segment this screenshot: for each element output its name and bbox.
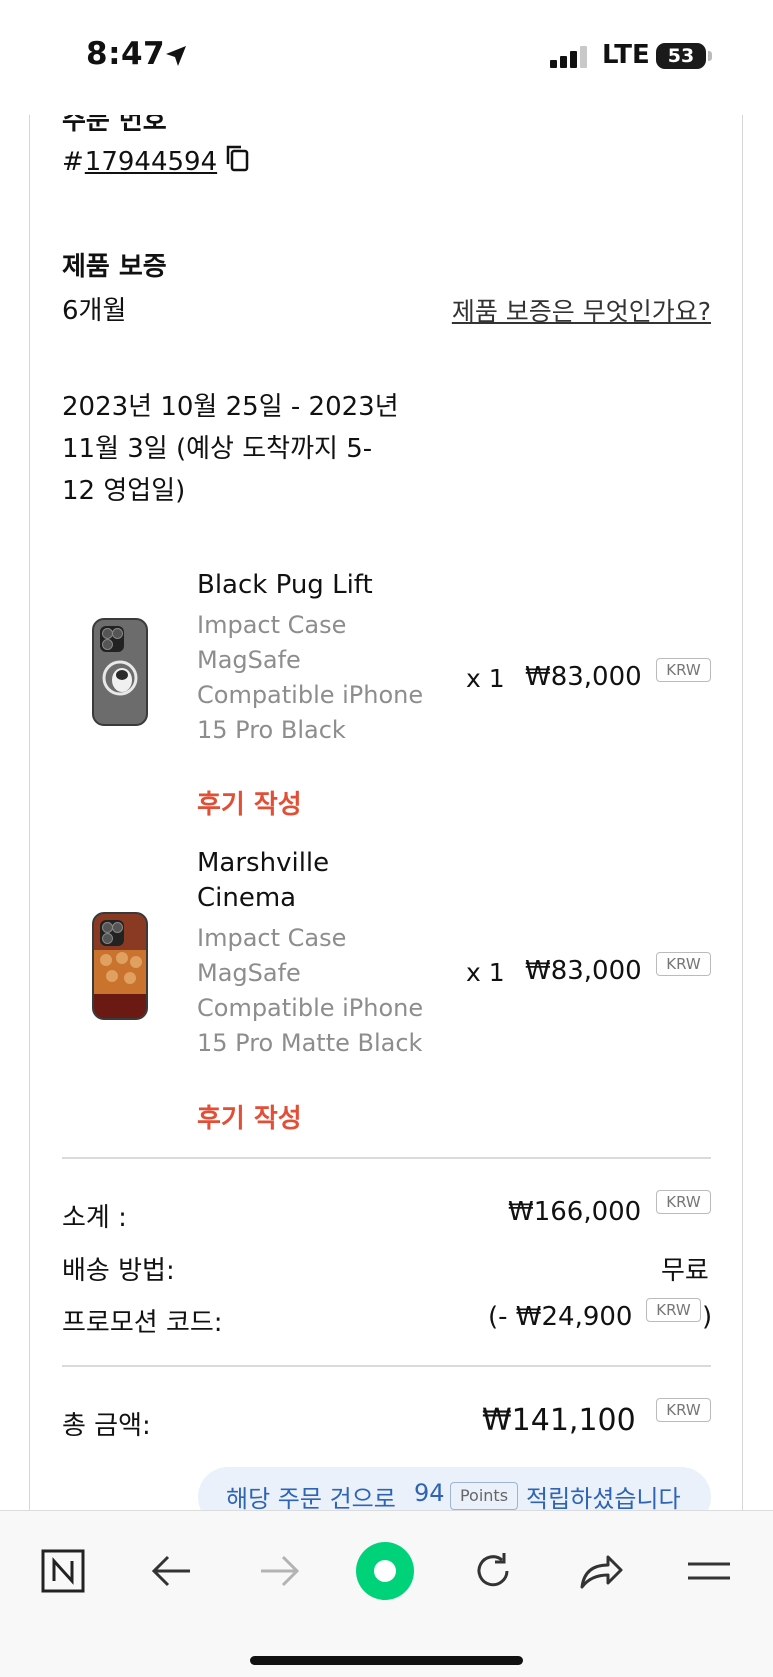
promo-close-paren: ): [702, 1302, 713, 1332]
points-unit-badge: Points: [450, 1482, 518, 1510]
subtotal-value: ₩166,000: [508, 1197, 642, 1227]
write-review-link[interactable]: 후기 작성: [197, 784, 302, 821]
total-label: 총 금액:: [62, 1411, 151, 1441]
network-type: LTE: [602, 40, 650, 70]
battery-level: 53: [667, 45, 695, 67]
points-suffix: 적립하셨습니다: [526, 1485, 681, 1513]
warranty-title: 제품 보증: [62, 252, 167, 282]
item-quantity: x 1: [466, 958, 505, 987]
item-variant: Impact Case MagSafe Compatible iPhone 15…: [197, 924, 424, 1057]
promo-code-label: 프로모션 코드:: [62, 1308, 223, 1338]
signal-bars-icon: [550, 46, 587, 68]
copy-icon[interactable]: [225, 144, 251, 179]
currency-badge: KRW: [646, 1298, 701, 1322]
product-thumbnail[interactable]: [92, 618, 148, 726]
order-number-prefix: #: [62, 146, 84, 177]
product-thumbnail[interactable]: [92, 912, 148, 1020]
menu-icon[interactable]: [674, 1541, 744, 1601]
points-prefix: 해당 주문 건으로: [226, 1485, 396, 1513]
battery-icon: 53: [656, 43, 706, 69]
warranty-period: 6개월: [62, 296, 127, 326]
item-price: ₩83,000: [525, 956, 642, 986]
divider: [62, 1157, 711, 1159]
naver-n-icon[interactable]: [28, 1541, 98, 1601]
battery-nub: [708, 51, 712, 61]
divider: [62, 1365, 711, 1367]
write-review-link[interactable]: 후기 작성: [197, 1098, 302, 1135]
currency-badge: KRW: [656, 658, 711, 682]
subtotal-label: 소계 :: [62, 1203, 127, 1233]
shipping-label: 배송 방법:: [62, 1256, 175, 1286]
location-arrow-icon: [166, 46, 186, 66]
home-icon[interactable]: [350, 1541, 420, 1601]
item-name[interactable]: Marshville Cinema: [197, 846, 427, 916]
points-amount: 94: [414, 1479, 445, 1507]
warranty-info-link[interactable]: 제품 보증은 무엇인가요?: [452, 292, 711, 328]
browser-toolbar: [0, 1510, 773, 1677]
item-name[interactable]: Black Pug Lift: [197, 568, 427, 603]
back-arrow-icon[interactable]: [137, 1541, 207, 1601]
status-time: 8:47: [86, 36, 166, 72]
status-bar: 8:47 LTE 53: [0, 0, 773, 115]
shipping-value: 무료: [661, 1256, 709, 1286]
currency-badge: KRW: [656, 1190, 711, 1214]
order-number-link[interactable]: 17944594: [85, 147, 217, 177]
delivery-estimate: 2023년 10월 25일 - 2023년 11월 3일 (예상 도착까지 5-…: [62, 392, 399, 506]
home-indicator[interactable]: [250, 1656, 523, 1665]
item-quantity: x 1: [466, 664, 505, 693]
item-variant: Impact Case MagSafe Compatible iPhone 15…: [197, 611, 424, 744]
forward-arrow-icon[interactable]: [244, 1541, 314, 1601]
currency-badge: KRW: [656, 1398, 711, 1422]
total-value: ₩141,100: [482, 1403, 636, 1438]
order-number-row: # 17944594: [62, 144, 251, 179]
promo-discount-value: (- ₩24,900: [488, 1302, 633, 1332]
item-price: ₩83,000: [525, 662, 642, 692]
currency-badge: KRW: [656, 952, 711, 976]
reload-icon[interactable]: [458, 1541, 528, 1601]
share-icon[interactable]: [566, 1541, 636, 1601]
